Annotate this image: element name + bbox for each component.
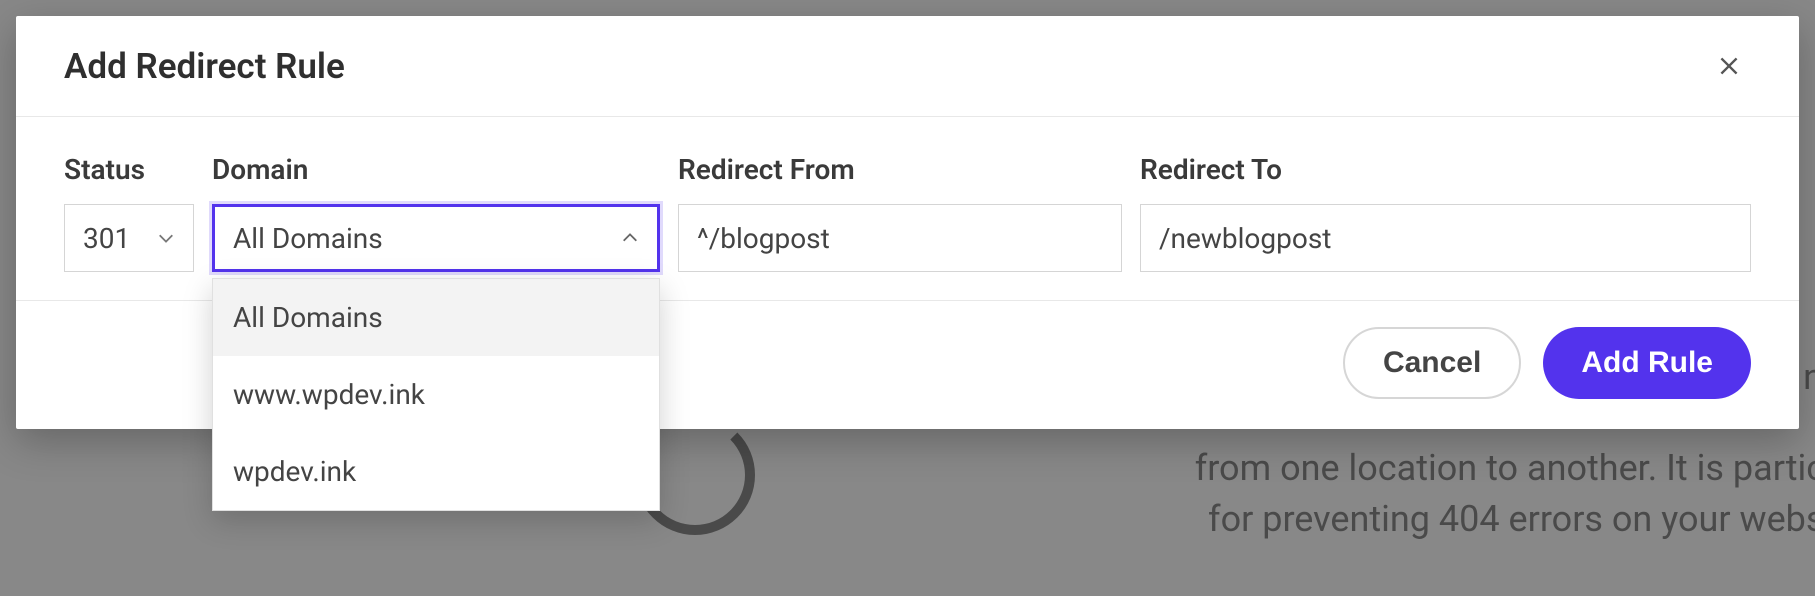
redirect-to-input[interactable] <box>1140 204 1751 272</box>
background-text-fragment: n <box>1803 356 1815 398</box>
status-column: Status 301 <box>64 153 194 272</box>
domain-option[interactable]: wpdev.ink <box>213 433 659 510</box>
domain-select[interactable]: All Domains <box>212 204 660 272</box>
redirect-from-label: Redirect From <box>678 153 1122 186</box>
modal-header: Add Redirect Rule <box>16 16 1799 117</box>
status-select[interactable]: 301 <box>64 204 194 272</box>
redirect-from-column: Redirect From <box>678 153 1122 272</box>
add-rule-button[interactable]: Add Rule <box>1543 327 1751 399</box>
domain-column: Domain All Domains All Domains www.wpdev… <box>212 153 660 272</box>
chevron-down-icon <box>157 229 175 247</box>
background-text-line2: for preventing 404 errors on your websit <box>1208 498 1815 540</box>
close-icon <box>1716 53 1742 79</box>
domain-value: All Domains <box>233 222 383 255</box>
status-value: 301 <box>83 222 130 255</box>
modal-body: Status 301 Domain All Domains All Domain… <box>16 117 1799 301</box>
status-label: Status <box>64 153 194 186</box>
domain-option[interactable]: All Domains <box>213 279 659 356</box>
close-button[interactable] <box>1707 44 1751 88</box>
modal-title: Add Redirect Rule <box>64 46 345 87</box>
cancel-button[interactable]: Cancel <box>1343 327 1521 399</box>
chevron-up-icon <box>621 229 639 247</box>
redirect-to-label: Redirect To <box>1140 153 1751 186</box>
redirect-from-input[interactable] <box>678 204 1122 272</box>
background-text-line1: from one location to another. It is part… <box>1195 440 1815 498</box>
domain-label: Domain <box>212 153 660 186</box>
domain-option[interactable]: www.wpdev.ink <box>213 356 659 433</box>
redirect-to-column: Redirect To <box>1140 153 1751 272</box>
add-redirect-modal: Add Redirect Rule Status 301 Domain All … <box>16 16 1799 429</box>
domain-dropdown: All Domains www.wpdev.ink wpdev.ink <box>212 278 660 511</box>
